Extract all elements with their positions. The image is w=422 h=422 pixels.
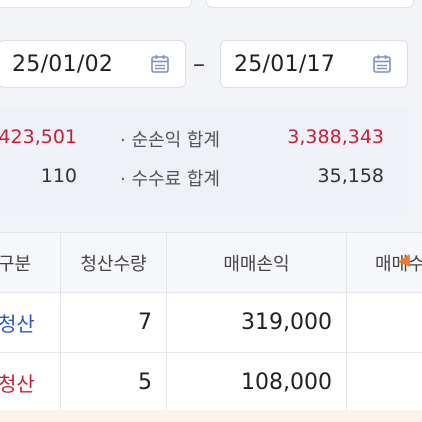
row-extra [346,293,422,352]
row-pnl: 108,000 [166,353,346,412]
trade-table: 구분 청산수량 매매손익 매매수 청산 7 319,000 청산 5 108,0… [0,232,422,413]
start-date-value: 25/01/02 [12,51,114,77]
table-header-row: 구분 청산수량 매매손익 매매수 [0,233,422,293]
top-tab-strip [0,0,422,14]
table-row[interactable]: 청산 5 108,000 [0,353,422,413]
summary-label: · 수수료 합계 [120,169,220,190]
summary-panel: 3,423,501 · 순손익 합계 3,388,343 110 · 수수료 합… [0,106,409,216]
table-row[interactable]: 청산 7 319,000 [0,293,422,353]
column-header-qty[interactable]: 청산수량 [60,233,166,292]
summary-right-value: 3,388,343 [287,126,384,148]
summary-left-value: 110 [40,165,77,187]
row-qty: 5 [60,353,166,412]
column-header-pnl[interactable]: 매매손익 [166,233,346,292]
top-tab-left[interactable] [0,0,192,8]
row-extra [346,353,422,412]
end-date-value: 25/01/17 [234,51,336,77]
summary-row-net-pnl: 3,423,501 · 순손익 합계 3,388,343 [0,126,409,156]
row-pnl: 319,000 [166,293,346,352]
row-qty: 7 [60,293,166,352]
column-header-type[interactable]: 구분 [0,233,60,292]
row-type: 청산 [0,312,35,336]
calendar-icon[interactable] [371,53,393,75]
summary-right-value: 35,158 [317,165,384,187]
row-type: 청산 [0,372,35,396]
date-range-separator: – [193,50,205,78]
summary-left-value: 3,423,501 [0,126,77,148]
summary-label: · 순손익 합계 [120,130,220,151]
top-tab-right[interactable] [206,0,414,8]
summary-row-fee: 110 · 수수료 합계 35,158 [0,165,409,195]
end-date-field[interactable]: 25/01/17 [220,40,408,88]
calendar-icon[interactable] [149,53,171,75]
next-row-highlight [0,410,422,422]
start-date-field[interactable]: 25/01/02 [0,40,186,88]
